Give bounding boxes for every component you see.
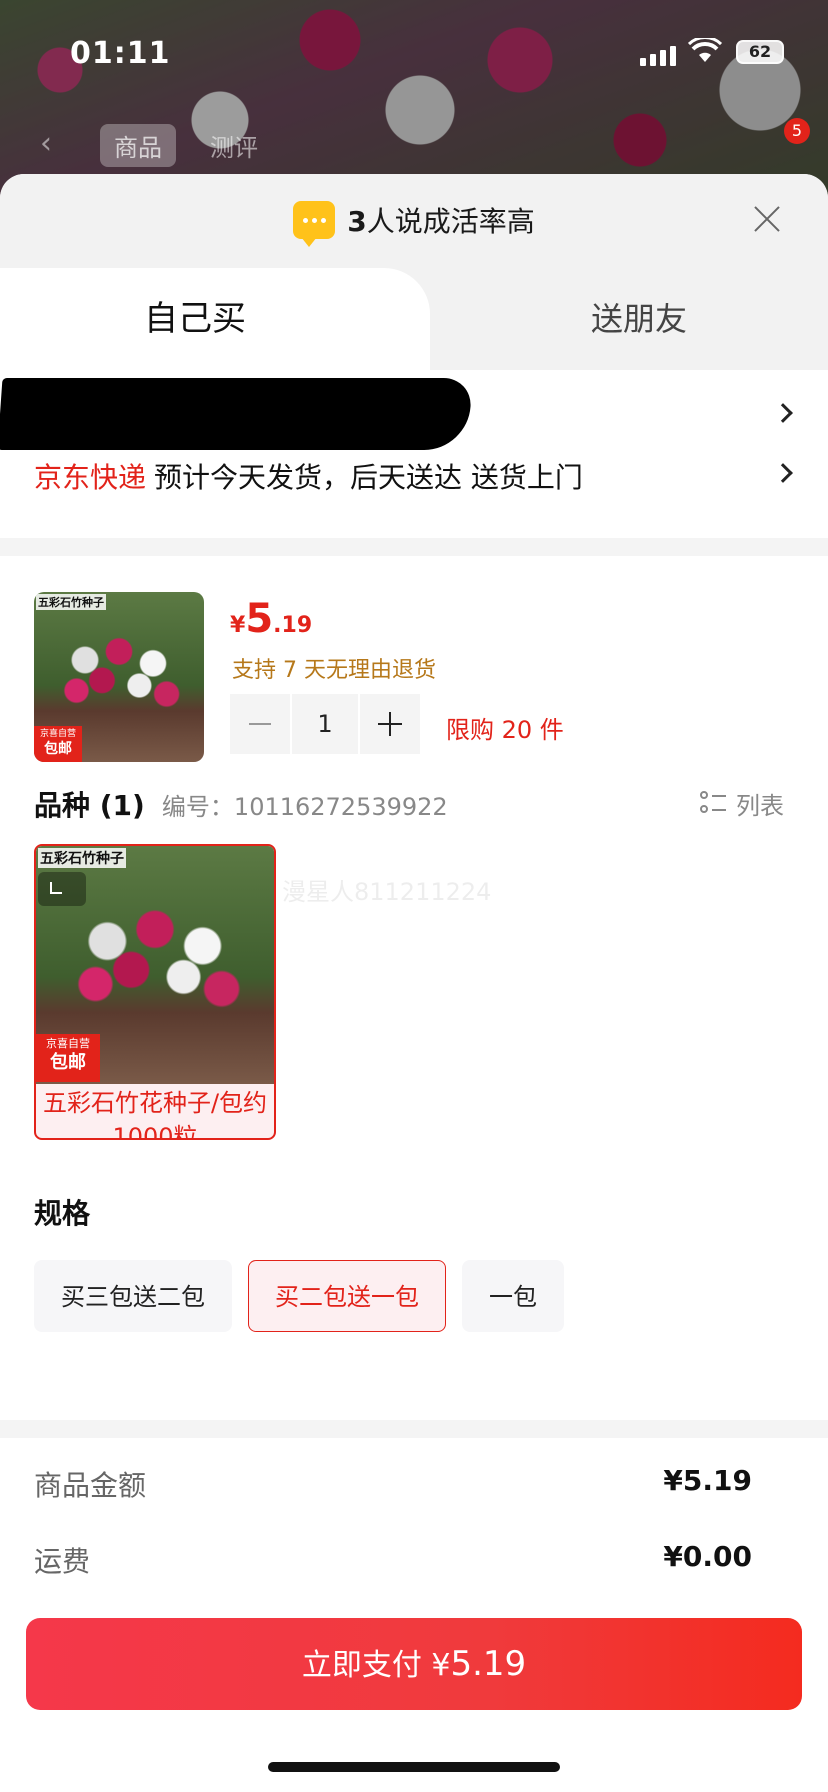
quantity-value[interactable]: 1: [292, 694, 358, 754]
battery-icon: 62: [736, 40, 784, 64]
decrease-button[interactable]: [230, 694, 290, 754]
watermark: 漫星人811211224: [282, 878, 492, 906]
chevron-right-icon[interactable]: [773, 403, 793, 423]
signal-icon: [640, 46, 676, 66]
self-operated-tag: 京喜自营 包邮: [34, 726, 82, 762]
status-bar: 01:11 62: [0, 0, 828, 100]
spec-options: 买三包送二包 买二包送一包 一包: [34, 1260, 564, 1332]
pay-label: 立即支付 ¥: [301, 1648, 451, 1683]
quantity-stepper: 1: [230, 694, 420, 754]
shipping-value: ¥0.00: [663, 1540, 752, 1573]
divider: [0, 538, 828, 556]
delivery-carrier: 京东快递: [34, 461, 147, 494]
delivery-text: 预计今天发货，后天送达 送货上门: [154, 461, 583, 494]
wifi-icon: [688, 38, 722, 62]
purchase-limit: 限购 20 件: [446, 716, 564, 744]
product-section: 五彩石竹种子 京喜自营 包邮 ¥5.19 支持 7 天无理由退货 1 限购 20 …: [0, 556, 828, 1332]
status-time: 01:11: [70, 36, 171, 71]
home-indicator[interactable]: [268, 1762, 560, 1772]
product-thumbnail[interactable]: 五彩石竹种子 京喜自营 包邮: [34, 592, 204, 762]
address-section[interactable]: 京东快递 预计今天发货，后天送达 送货上门: [0, 370, 828, 538]
chat-bubble-icon: [293, 201, 336, 247]
hint-text: 人说成活率高: [366, 205, 535, 238]
goods-amount-row: 商品金额 ¥5.19: [0, 1464, 828, 1540]
survival-hint: 3人说成活率高: [0, 200, 828, 247]
product-code: 编号：10116272539922: [161, 793, 448, 821]
spec-option-selected[interactable]: 买二包送一包: [248, 1260, 446, 1332]
background-nav: ‹ 商品 测评 5: [0, 118, 828, 174]
variety-label: 五彩石竹花种子/包约1000粒: [42, 1089, 268, 1140]
shipping-label: 运费: [34, 1545, 91, 1578]
bg-tab-goods: 商品: [100, 124, 176, 167]
image-caption: 五彩石竹种子: [38, 848, 126, 868]
close-icon[interactable]: [752, 204, 782, 234]
variety-title: 品种 (1): [34, 789, 145, 822]
expand-icon[interactable]: [38, 872, 86, 906]
variety-header: 品种 (1) 编号：10116272539922 列表: [34, 784, 794, 824]
pay-now-button[interactable]: 立即支付 ¥5.19: [26, 1618, 802, 1710]
shipping-row: 运费 ¥0.00: [0, 1540, 828, 1616]
goods-amount-label: 商品金额: [34, 1469, 147, 1502]
delivery-info: 京东快递 预计今天发货，后天送达 送货上门: [34, 456, 583, 496]
self-operated-tag: 京喜自营 包邮: [36, 1034, 100, 1082]
sheet-header: 3人说成活率高 自己买 送朋友: [0, 174, 828, 370]
variety-option[interactable]: 五彩石竹种子 京喜自营 包邮 五彩石竹花种子/包约1000粒: [34, 844, 276, 1140]
pay-amount: 5.19: [450, 1644, 527, 1684]
purchase-tabs: 自己买 送朋友: [0, 268, 828, 370]
redacted-address: [0, 378, 473, 450]
spec-title: 规格: [34, 1197, 91, 1230]
return-policy: 支持 7 天无理由退货: [232, 658, 436, 683]
list-label: 列表: [736, 792, 784, 820]
back-icon: ‹: [40, 126, 52, 161]
cart-badge: 5: [784, 118, 810, 144]
tab-send-to-friend[interactable]: 送朋友: [430, 268, 828, 370]
divider: [0, 1420, 828, 1438]
chevron-right-icon[interactable]: [773, 463, 793, 483]
bg-tab-review: 测评: [210, 134, 258, 162]
order-summary: 商品金额 ¥5.19 运费 ¥0.00: [0, 1420, 828, 1616]
hint-count: 3: [347, 205, 367, 238]
tab-buy-for-self[interactable]: 自己买: [0, 268, 430, 370]
spec-option[interactable]: 一包: [462, 1260, 564, 1332]
goods-amount-value: ¥5.19: [663, 1464, 752, 1497]
image-caption: 五彩石竹种子: [36, 594, 106, 610]
product-price: ¥5.19: [230, 596, 313, 642]
spec-option[interactable]: 买三包送二包: [34, 1260, 232, 1332]
list-icon: [700, 790, 728, 817]
list-view-toggle[interactable]: 列表: [700, 786, 784, 821]
variety-image: 五彩石竹种子 京喜自营 包邮: [36, 846, 274, 1084]
increase-button[interactable]: [360, 694, 420, 754]
